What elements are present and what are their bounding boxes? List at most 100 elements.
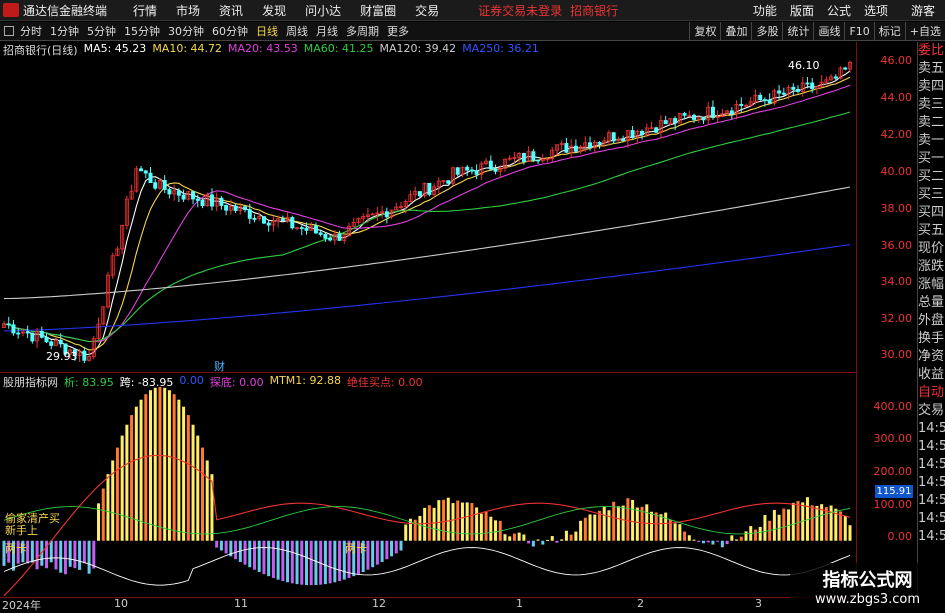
indicator-bar (338, 540, 342, 582)
indicator-bar (390, 540, 394, 557)
candle-body (640, 130, 645, 135)
tool-duogu[interactable]: 多股 (751, 22, 782, 41)
indicator-bar (125, 424, 129, 541)
menu-item-hangqing[interactable]: 行情 (133, 2, 157, 19)
candle-body (252, 218, 257, 220)
indicator-f: 绝佳买点: 0.00 (346, 376, 423, 389)
tab-5min[interactable]: 5分钟 (87, 23, 116, 39)
indicator-chart[interactable] (0, 373, 856, 597)
xtick: 2024年 (2, 599, 41, 612)
tab-daily[interactable]: 日线 (256, 23, 278, 39)
tool-tongji[interactable]: 统计 (782, 22, 813, 41)
auto-trade-label[interactable]: 自动 (918, 384, 945, 402)
menu-item-faxian[interactable]: 发现 (262, 2, 286, 19)
ytick-sub: 300.00 (873, 432, 913, 445)
quote-label: 换手 (918, 331, 945, 346)
indicator-e: MTM1: 92.88 (269, 374, 341, 387)
tool-fuquan[interactable]: 复权 (689, 22, 720, 41)
quote-label: 净资 (918, 349, 945, 364)
tab-weekly[interactable]: 周线 (286, 23, 308, 39)
indicator-bar (470, 502, 474, 541)
indicator-bar (73, 540, 77, 569)
indicator-bar (68, 540, 72, 567)
tool-huaxian[interactable]: 画线 (813, 22, 844, 41)
login-warning[interactable]: 证券交易未登录 (478, 2, 562, 19)
tab-1min[interactable]: 1分钟 (50, 23, 79, 39)
menu-item-wenxiaoda[interactable]: 问小达 (305, 2, 341, 19)
quote-label: 卖三 (918, 97, 945, 112)
broker-name[interactable]: 招商银行 (570, 2, 618, 19)
menu-banmian[interactable]: 版面 (790, 2, 814, 19)
toggle-panel-icon[interactable] (4, 26, 14, 36)
user-label[interactable]: 游客 (911, 2, 935, 19)
indicator-bar (276, 540, 280, 580)
tab-monthly[interactable]: 月线 (316, 23, 338, 39)
indicator-bar (115, 447, 119, 541)
y-axis: 46.00 44.00 42.00 40.00 38.00 36.00 34.0… (856, 42, 916, 597)
signal-tag-3: 两卡 (5, 542, 27, 555)
indicator-bar (720, 540, 724, 548)
indicator-bar (550, 536, 554, 541)
candle-body (233, 205, 238, 211)
quote-label: 卖五 (918, 61, 945, 76)
quote-label[interactable]: 委比 (918, 42, 945, 60)
candle-body (30, 332, 35, 342)
price-chart[interactable] (0, 42, 856, 372)
menu-item-caifuquan[interactable]: 财富圈 (360, 2, 396, 19)
indicator-bar (252, 540, 256, 570)
indicator-bar (78, 540, 82, 570)
app-logo-icon (3, 3, 19, 17)
indicator-bar (730, 535, 734, 541)
indicator-line (3, 547, 851, 586)
tab-30min[interactable]: 30分钟 (168, 23, 204, 39)
menu-gongneng[interactable]: 功能 (753, 2, 777, 19)
quote-label: 买三 (918, 187, 945, 202)
tool-diejia[interactable]: 叠加 (720, 22, 751, 41)
indicator-bar (399, 540, 403, 551)
indicator-bar (49, 540, 53, 563)
tab-more[interactable]: 更多 (387, 23, 409, 39)
tab-fenshi[interactable]: 分时 (20, 23, 42, 39)
candle-body (417, 191, 422, 197)
watermark-title: 指标公式网 (822, 570, 913, 591)
indicator-bar (598, 510, 602, 541)
tab-multi-period[interactable]: 多周期 (346, 23, 379, 39)
ytick-main: 32.00 (880, 312, 913, 325)
tab-15min[interactable]: 15分钟 (124, 23, 160, 39)
quote-label: 买一 (918, 151, 945, 166)
menu-gongshi[interactable]: 公式 (827, 2, 851, 19)
menu-item-jiaoyi[interactable]: 交易 (415, 2, 439, 19)
tool-f10[interactable]: F10 (844, 22, 873, 41)
candle-body (805, 82, 810, 85)
quote-label: 涨幅 (918, 277, 945, 292)
indicator-bar (314, 540, 318, 586)
candle-body (654, 127, 659, 133)
indicator-bar (82, 540, 86, 564)
candle-body (663, 120, 668, 125)
candle-body (739, 103, 744, 106)
candle-body (521, 153, 526, 162)
indicator-bar (744, 531, 748, 541)
tab-60min[interactable]: 60分钟 (212, 23, 248, 39)
indicator-bar (172, 394, 176, 541)
menu-xuanxiang[interactable]: 选项 (864, 2, 888, 19)
indicator-bar (437, 500, 441, 541)
high-price-label: 46.10 (788, 59, 820, 72)
indicator-bar (735, 539, 739, 541)
quote-label: 买四 (918, 205, 945, 220)
candle-body (796, 89, 801, 92)
candle-body (143, 170, 148, 174)
menu-item-shichang[interactable]: 市场 (176, 2, 200, 19)
candle-body (58, 339, 63, 345)
indicator-bar (196, 435, 200, 541)
indicator-bar (290, 540, 294, 584)
xtick: 11 (234, 597, 248, 610)
indicator-bar (517, 532, 521, 541)
xtick: 3 (755, 597, 762, 610)
indicator-bar (219, 540, 223, 551)
tool-add-watchlist[interactable]: +自选 (904, 22, 945, 41)
indicator-bar (621, 505, 625, 541)
menu-item-zixun[interactable]: 资讯 (219, 2, 243, 19)
tool-biaoji[interactable]: 标记 (873, 22, 905, 41)
trade-label[interactable]: 交易 (918, 402, 945, 420)
